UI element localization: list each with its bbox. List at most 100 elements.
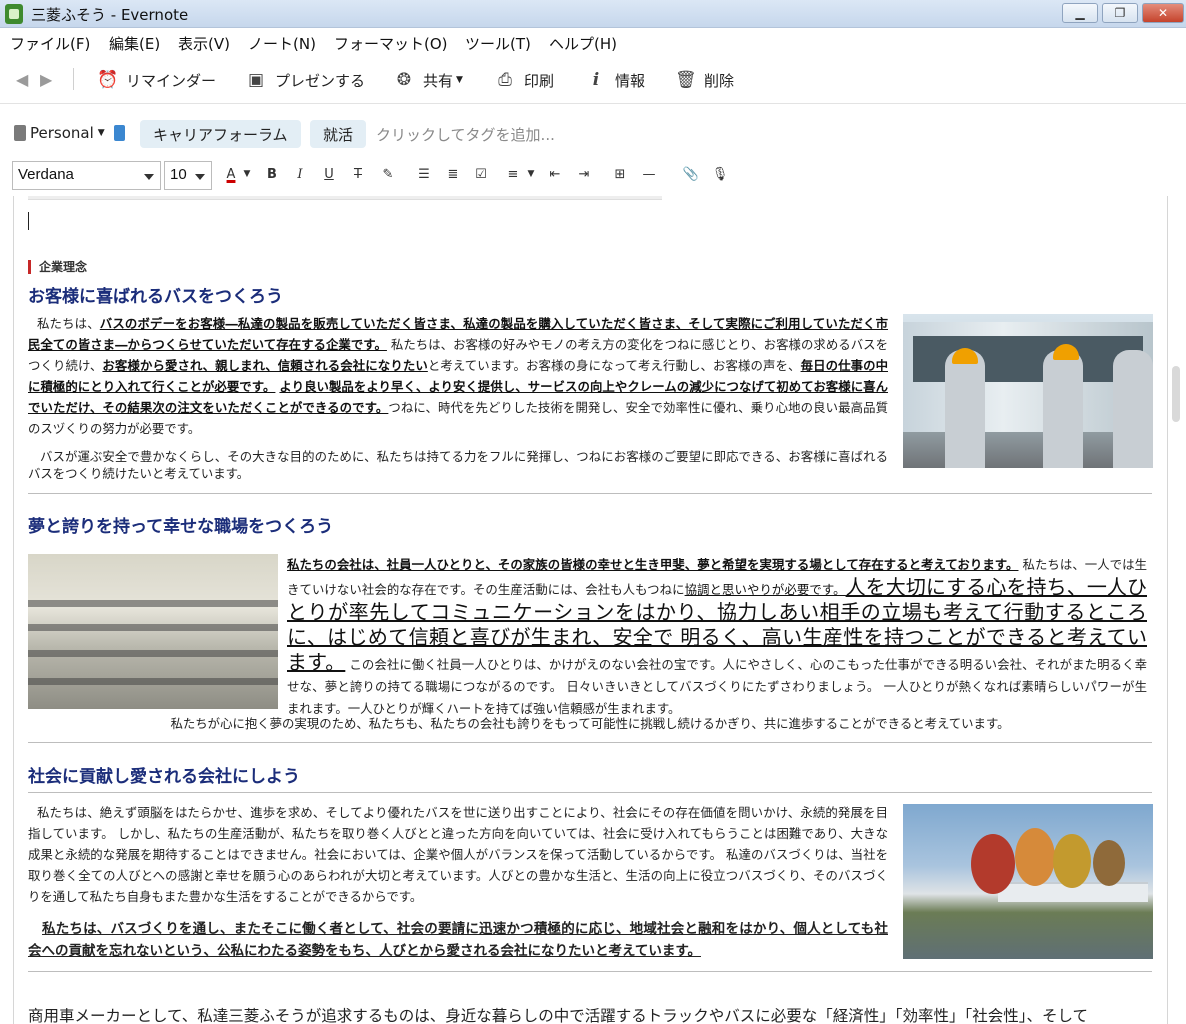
bullet-list-icon[interactable]: ☰ xyxy=(415,167,433,182)
checkbox-icon[interactable]: ☑ xyxy=(472,167,490,182)
audio-record-icon[interactable]: 🎙 xyxy=(711,167,729,182)
font-family-select[interactable]: Verdana xyxy=(12,161,161,190)
tag-bar: Personal ▼ キャリアフォーラム 就活 クリックしてタグを追加... xyxy=(0,104,1186,156)
underline-icon[interactable]: U xyxy=(320,167,338,182)
s1-text-a: 私たちは、 xyxy=(37,316,100,331)
back-arrow-icon[interactable]: ◀ xyxy=(16,70,28,89)
divider xyxy=(28,493,1152,494)
print-label: 印刷 xyxy=(524,71,555,90)
photo-desk-row xyxy=(28,624,278,631)
heading-customer: お客様に喜ばれるバスをつくろう xyxy=(28,287,283,307)
factory-photo xyxy=(903,804,1153,959)
maximize-button[interactable]: ❐ xyxy=(1102,3,1138,23)
present-button[interactable]: ▣ プレゼンする xyxy=(246,68,365,92)
s2-paragraph-1: 私たちの会社は、社員一人ひとりと、その家族の皆様の幸せと生き甲斐、夢と希望を実現… xyxy=(287,554,1147,720)
vertical-scrollbar[interactable] xyxy=(1168,196,1186,1024)
note-reminder-icon[interactable] xyxy=(114,125,125,141)
photo-worker xyxy=(1043,350,1083,468)
menu-format[interactable]: フォーマット(O) xyxy=(334,33,448,54)
menu-help[interactable]: ヘルプ(H) xyxy=(549,33,617,54)
info-button[interactable]: i 情報 xyxy=(586,68,645,92)
toolbar-divider xyxy=(73,68,74,90)
table-icon[interactable]: ⊞ xyxy=(611,167,629,182)
notebook-selector[interactable]: Personal ▼ xyxy=(14,124,105,142)
s3-paragraph-2: 私たちは、バスづくりを通し、またそこに働く者として、社会の要請に迅速かつ積極的に… xyxy=(28,921,888,959)
minimize-button[interactable]: ▁ xyxy=(1062,3,1098,23)
bus-inspection-photo xyxy=(903,314,1153,468)
tag-career-forum[interactable]: キャリアフォーラム xyxy=(140,120,301,148)
italic-icon[interactable]: I xyxy=(291,167,309,182)
delete-label: 削除 xyxy=(704,71,735,90)
office-photo xyxy=(28,554,278,709)
menu-file[interactable]: ファイル(F) xyxy=(10,33,90,54)
notebook-name: Personal xyxy=(30,124,94,142)
photo-desk-row xyxy=(28,600,278,607)
menu-note[interactable]: ノート(N) xyxy=(248,33,316,54)
photo-worker xyxy=(945,350,985,468)
add-tag-input[interactable]: クリックしてタグを追加... xyxy=(376,124,555,145)
menu-tools[interactable]: ツール(T) xyxy=(465,33,531,54)
print-button[interactable]: ⎙ 印刷 xyxy=(495,68,554,92)
share-icon: ❂ xyxy=(396,70,412,90)
presentation-screen-icon: ▣ xyxy=(247,70,265,90)
info-label: 情報 xyxy=(615,71,646,90)
evernote-app-icon xyxy=(5,4,23,24)
notebook-icon xyxy=(14,125,26,141)
s2-paragraph-2: 私たちが心に抱く夢の実現のため、私たちも、私たちの会社も誇りをもって可能性に挑戦… xyxy=(170,716,1010,731)
photo-desk-row xyxy=(28,650,278,657)
align-icon[interactable]: ≡ xyxy=(504,167,522,182)
forward-arrow-icon[interactable]: ▶ xyxy=(40,70,52,89)
trash-icon: 🗑 xyxy=(675,70,697,90)
note-editor[interactable]: 企業理念 お客様に喜ばれるバスをつくろう 私たちは、バスのボデーをお客様―私達の… xyxy=(13,196,1168,1024)
photo-red-tree xyxy=(971,834,1015,894)
footer-paragraph: 商用車メーカーとして、私達三菱ふそうが追求するものは、身近な暮らしの中で活躍する… xyxy=(28,1007,1089,1024)
align-caret-icon[interactable]: ▼ xyxy=(522,169,540,179)
menu-bar: ファイル(F) 編集(E) 表示(V) ノート(N) フォーマット(O) ツール… xyxy=(0,28,1186,56)
title-bar: 三菱ふそう - Evernote ▁ ❐ ✕ xyxy=(0,0,1186,28)
notebook-caret-icon: ▼ xyxy=(97,128,105,138)
share-button[interactable]: ❂ 共有 ▼ xyxy=(394,68,463,92)
s1-paragraph-1: 私たちは、バスのボデーをお客様―私達の製品を販売していただく皆さま、私達の製品を… xyxy=(28,313,888,439)
printer-icon: ⎙ xyxy=(498,70,512,90)
divider xyxy=(28,792,1152,793)
section-label: 企業理念 xyxy=(28,260,87,274)
outdent-icon[interactable]: ⇤ xyxy=(546,167,564,182)
numbered-list-icon[interactable]: ≣ xyxy=(444,167,462,182)
photo-worker xyxy=(1113,350,1153,468)
highlighter-icon[interactable]: ✎ xyxy=(379,167,397,182)
s2-underline-2: 協調と思いやりが必要です。 xyxy=(684,582,846,597)
photo-desk-row xyxy=(28,678,278,685)
heading-workplace: 夢と誇りを持って幸せな職場をつくろう xyxy=(28,517,334,537)
bold-icon[interactable]: B xyxy=(263,167,281,182)
font-family-value: Verdana xyxy=(18,166,74,183)
photo-yellow-tree xyxy=(1053,834,1091,888)
window-title: 三菱ふそう - Evernote xyxy=(31,6,189,24)
scroll-thumb[interactable] xyxy=(1172,366,1180,422)
menu-edit[interactable]: 編集(E) xyxy=(109,33,160,54)
s1-underline-2: お客様から愛され、親しまれ、信頼される会社になりたい xyxy=(102,358,428,373)
font-select-caret-icon xyxy=(144,174,154,180)
strikethrough-icon[interactable]: T xyxy=(349,167,367,182)
tag-job-hunting[interactable]: 就活 xyxy=(310,120,367,148)
reminder-label: リマインダー xyxy=(126,71,217,90)
share-dropdown-caret-icon: ▼ xyxy=(456,75,463,85)
text-color-caret-icon[interactable]: ▼ xyxy=(238,169,256,179)
font-size-select[interactable]: 10 xyxy=(164,161,212,190)
s2-text-b: この会社に働く社員一人ひとりは、かけがえのない会社の宝です。人にやさしく、心のこ… xyxy=(287,657,1148,716)
photo-orange-tree xyxy=(1015,828,1055,886)
share-label: 共有 xyxy=(423,71,454,90)
divider xyxy=(28,742,1152,743)
alarm-clock-icon: ⏰ xyxy=(97,70,119,90)
photo-brown-tree xyxy=(1093,840,1125,886)
s3-paragraph-1: 私たちは、絶えず頭脳をはたらかせ、進歩を求め、そしてより優れたバスを世に送り出す… xyxy=(28,805,888,904)
delete-button[interactable]: 🗑 削除 xyxy=(675,68,734,92)
close-button[interactable]: ✕ xyxy=(1142,3,1184,23)
divider xyxy=(28,971,1152,972)
present-label: プレゼンする xyxy=(275,71,366,90)
reminder-button[interactable]: ⏰ リマインダー xyxy=(97,68,216,92)
horizontal-rule-icon[interactable]: — xyxy=(640,167,658,182)
indent-icon[interactable]: ⇥ xyxy=(575,167,593,182)
menu-view[interactable]: 表示(V) xyxy=(178,33,230,54)
attachment-icon[interactable]: 📎 xyxy=(682,167,700,182)
format-toolbar: Verdana 10 A ▼ B I U T ✎ ☰ ≣ ☑ ≡ ▼ ⇤ ⇥ ⊞… xyxy=(0,156,1186,196)
